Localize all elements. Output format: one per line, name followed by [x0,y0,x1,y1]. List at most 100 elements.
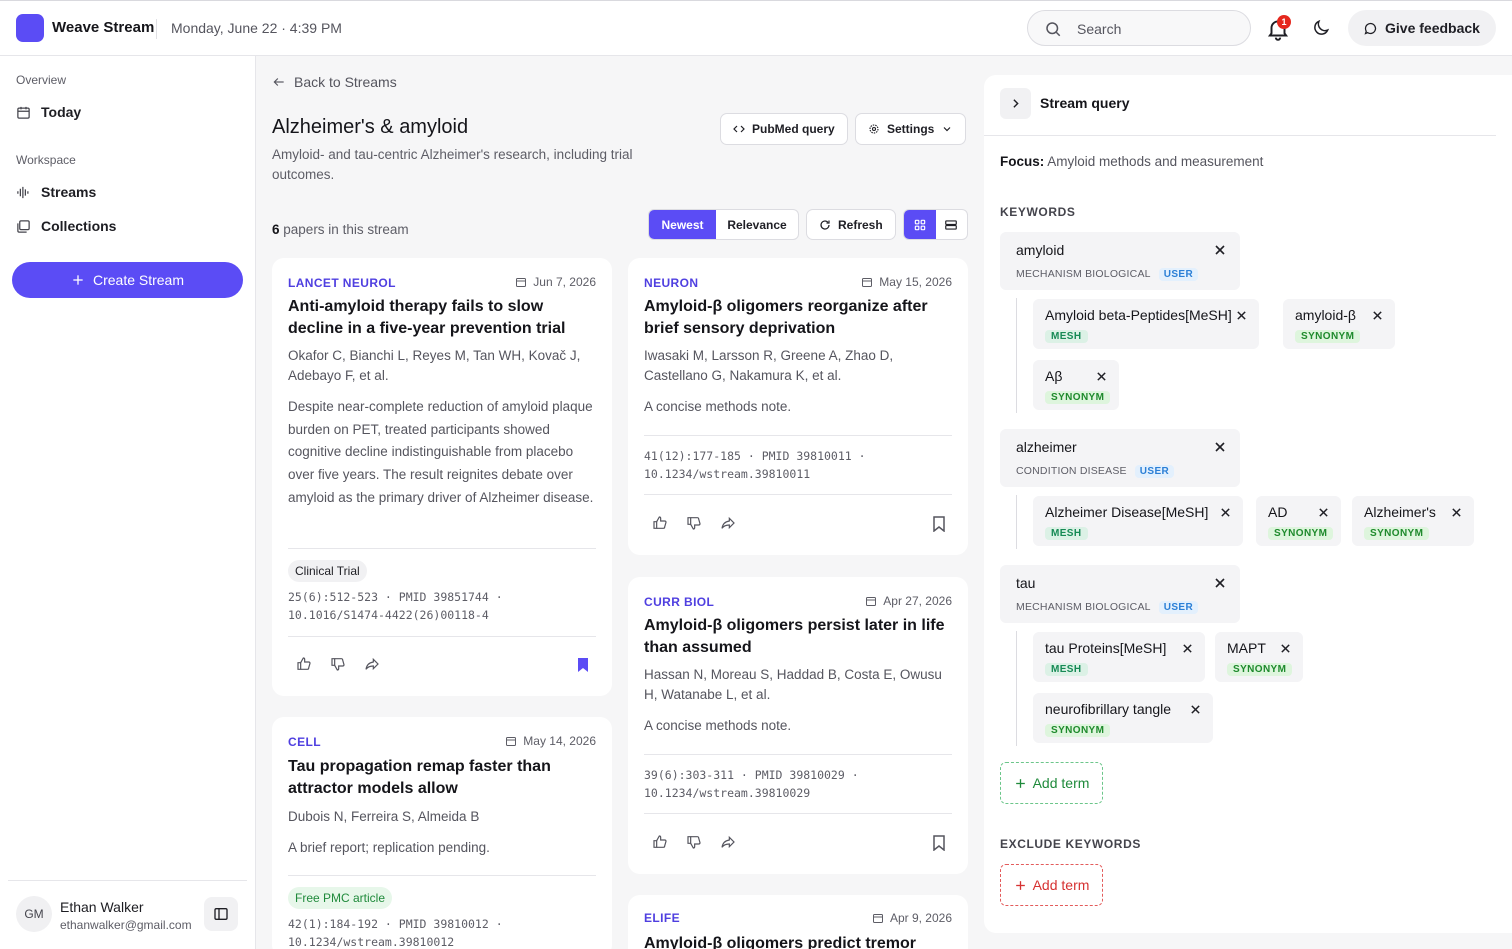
sidebar-toggle-icon [214,908,228,920]
sidebar-item-collections[interactable]: Collections [16,215,116,237]
term-name: MAPT [1227,640,1266,656]
keyword-chip[interactable]: amyloid MECHANISM BIOLOGICAL USER [1000,232,1240,290]
term-chip[interactable]: Alzheimer's SYNONYM [1352,496,1474,546]
give-feedback-button[interactable]: Give feedback [1348,10,1496,46]
share-icon[interactable] [720,515,736,531]
paper-title[interactable]: Amyloid-β oligomers reorganize after bri… [644,296,944,340]
close-icon[interactable] [1190,704,1201,715]
share-icon[interactable] [364,656,380,672]
stream-query-header[interactable]: Stream query [1000,87,1496,135]
term-tag: MESH [1045,330,1088,343]
term-chip[interactable]: MAPT SYNONYM [1215,632,1303,682]
thumbs-down-icon[interactable] [686,515,702,531]
close-icon[interactable] [1214,244,1226,256]
page-title: Alzheimer's & amyloid [272,116,469,138]
paper-card[interactable]: LANCET NEUROL Jun 7, 2026 Anti-amyloid t… [272,258,612,696]
term-chip[interactable]: tau Proteins[MeSH] MESH [1033,632,1205,682]
term-tree-line [1016,495,1017,549]
avatar[interactable]: GM [16,896,52,932]
paper-title[interactable]: Tau propagation remap faster than attrac… [288,756,578,800]
moon-icon[interactable] [1311,18,1331,38]
term-chip[interactable]: AD SYNONYM [1256,496,1341,546]
close-icon[interactable] [1182,643,1193,654]
sort-newest-button[interactable]: Newest [649,210,716,239]
keyword-chip[interactable]: alzheimer CONDITION DISEASE USER [1000,429,1240,487]
term-tag: MESH [1045,527,1088,540]
close-icon[interactable] [1451,507,1462,518]
term-chip[interactable]: Alzheimer Disease[MeSH] MESH [1033,496,1243,546]
article-type-tag: Clinical Trial [288,560,367,582]
doi-line: 10.1016/S1474-4422(26)00118-4 [288,608,489,622]
bookmark-icon[interactable] [932,516,946,532]
paper-title[interactable]: Anti-amyloid therapy fails to slow decli… [288,296,598,340]
settings-button[interactable]: Settings [855,113,967,145]
pubmed-query-button[interactable]: PubMed query [720,113,848,145]
term-name: tau Proteins[MeSH] [1045,640,1167,656]
collapse-sidebar-button[interactable] [204,897,238,931]
paper-authors: Dubois N, Ferreira S, Almeida B [288,809,480,824]
journal-name: ELIFE [644,911,681,925]
date-text: May 15, 2026 [879,275,952,289]
close-icon[interactable] [1214,441,1226,453]
bookmark-icon[interactable] [932,835,946,851]
close-icon[interactable] [1220,507,1231,518]
thumbs-up-icon[interactable] [652,834,668,850]
thumbs-up-icon[interactable] [296,656,312,672]
refresh-icon [820,219,830,230]
thumbs-up-icon[interactable] [652,515,668,531]
thumbs-down-icon[interactable] [686,834,702,850]
card-actions [296,656,380,672]
plus-icon [1015,778,1025,788]
add-keyword-button[interactable]: Add term [1000,762,1103,804]
list-view-button[interactable] [936,210,968,239]
refresh-button[interactable]: Refresh [806,209,896,240]
term-name: amyloid-β [1295,307,1356,323]
grid-view-button[interactable] [904,210,936,239]
paper-title[interactable]: Amyloid-β oligomers persist later in lif… [644,615,949,659]
term-name: AD [1268,504,1288,520]
term-chip[interactable]: Amyloid beta-Peptides[MeSH] MESH [1033,299,1259,349]
term-chip[interactable]: Aβ SYNONYM [1033,360,1119,410]
card-divider [644,754,952,755]
paper-abstract: A brief report; replication pending. [288,840,490,855]
create-stream-button[interactable]: Create Stream [12,262,243,298]
term-chip[interactable]: amyloid-β SYNONYM [1283,299,1395,349]
sidebar-item-today[interactable]: Today [16,101,81,123]
close-icon[interactable] [1372,310,1383,321]
share-icon[interactable] [720,834,736,850]
panel-title: Stream query [1040,95,1130,111]
search-input[interactable]: Search [1027,10,1251,46]
chevron-down-icon [943,127,951,132]
keyword-chip[interactable]: tau MECHANISM BIOLOGICAL USER [1000,565,1240,623]
sort-toggle: Newest Relevance [648,209,799,240]
sidebar-divider [8,880,247,881]
paper-card[interactable]: NEURON May 15, 2026 Amyloid-β oligomers … [628,258,968,555]
search-placeholder: Search [1077,21,1122,37]
paper-card[interactable]: CELL May 14, 2026 Tau propagation remap … [272,717,612,949]
sidebar-item-streams[interactable]: Streams [16,181,96,203]
sort-relevance-button[interactable]: Relevance [716,210,798,239]
paper-title[interactable]: Amyloid-β oligomers predict tremor [644,933,954,949]
thumbs-down-icon[interactable] [330,656,346,672]
close-icon[interactable] [1214,577,1226,589]
search-icon [1046,22,1061,37]
add-exclude-term-button[interactable]: Add term [1000,864,1103,906]
expand-panel-button[interactable] [1000,88,1031,119]
paper-abstract: Despite near-complete reduction of amylo… [288,399,594,505]
close-icon[interactable] [1236,310,1247,321]
sidebar-item-label: Today [41,104,82,120]
term-name: Alzheimer Disease[MeSH] [1045,504,1209,520]
close-icon[interactable] [1318,507,1329,518]
app-logo[interactable] [16,14,44,42]
term-chip[interactable]: neurofibrillary tangle SYNONYM [1033,693,1213,743]
collection-icon [17,219,30,233]
citation-line: 39(6):303-311 · PMID 39810029 · [644,768,859,782]
user-email: ethanwalker@gmail.com [60,918,192,932]
paper-card[interactable]: ELIFE Apr 9, 2026 Amyloid-β oligomers pr… [628,895,968,949]
close-icon[interactable] [1280,643,1291,654]
back-to-streams-link[interactable]: Back to Streams [272,74,397,90]
bookmark-filled-icon[interactable] [576,657,590,673]
paper-card[interactable]: CURR BIOL Apr 27, 2026 Amyloid-β oligome… [628,577,968,874]
close-icon[interactable] [1096,371,1107,382]
feedback-label: Give feedback [1385,20,1480,36]
